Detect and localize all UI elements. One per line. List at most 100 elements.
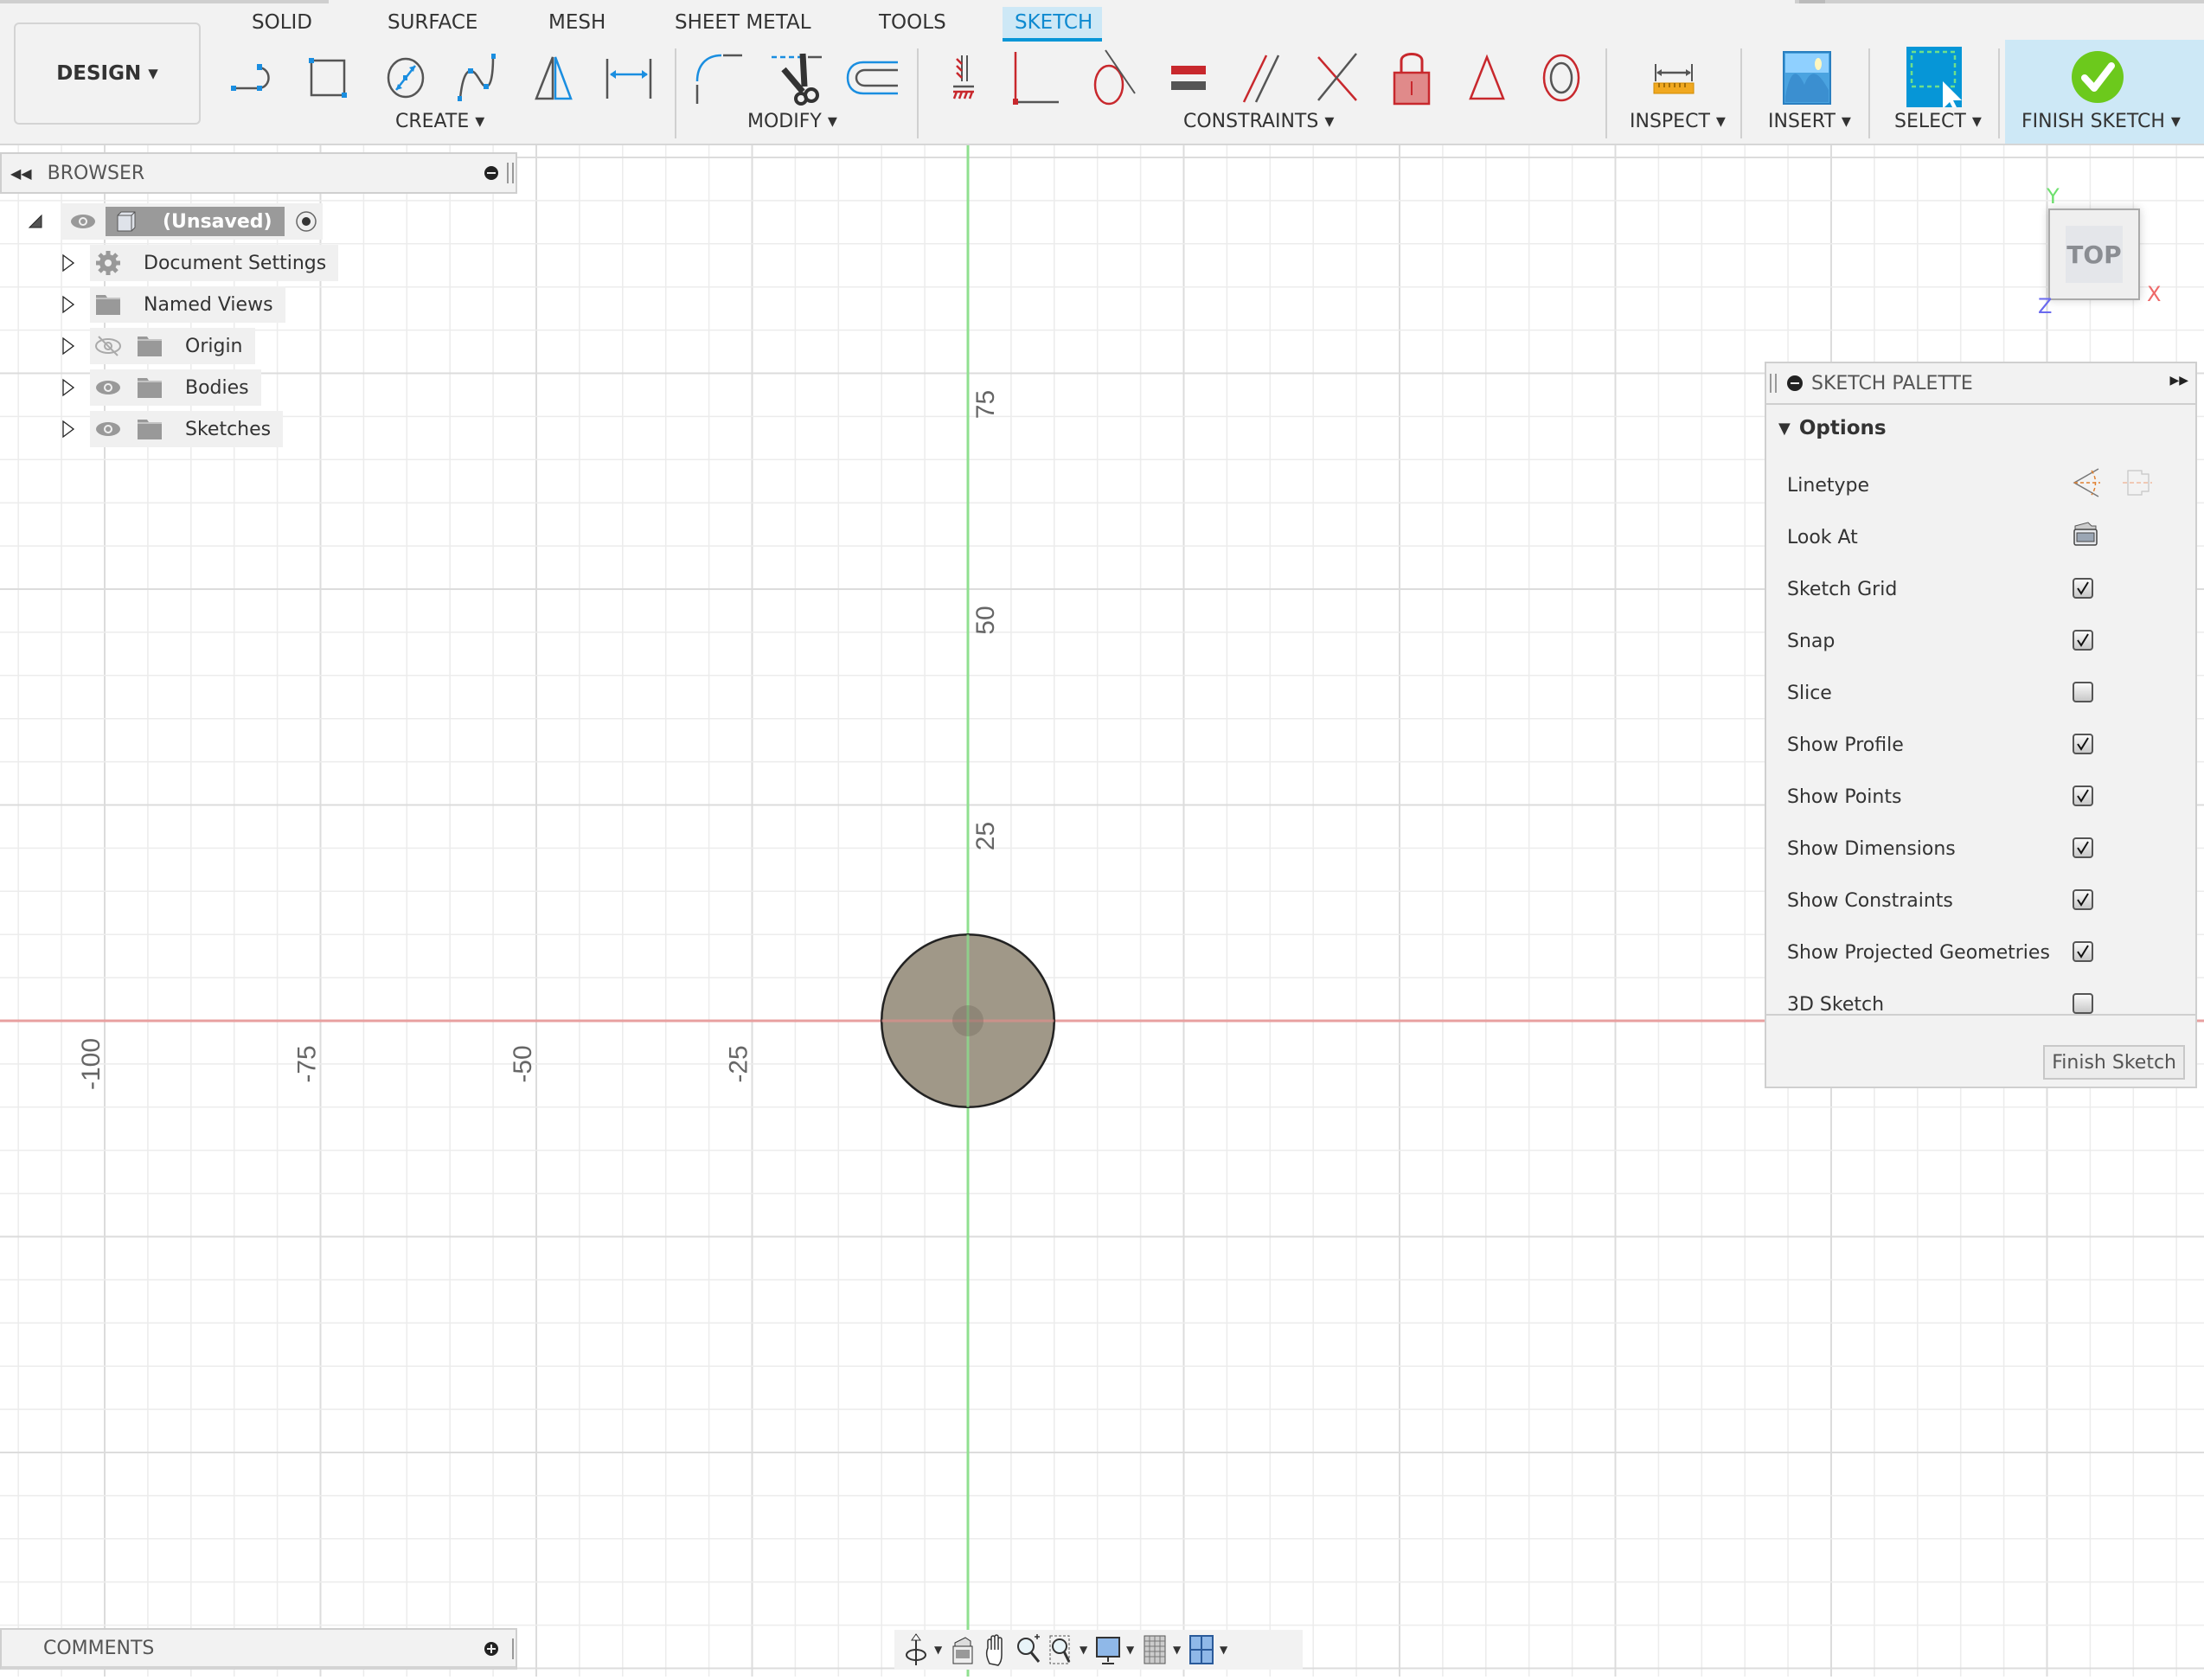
fix-constraint[interactable] bbox=[936, 47, 993, 107]
add-comment-icon[interactable] bbox=[484, 1642, 498, 1656]
expanded-triangle-icon[interactable] bbox=[26, 212, 45, 231]
inspect-menu[interactable]: INSPECT ▾ bbox=[1630, 111, 1726, 132]
pan-icon[interactable] bbox=[981, 1632, 1010, 1667]
circle-tool[interactable] bbox=[377, 47, 434, 107]
tab-sheet-metal[interactable]: SHEET METAL bbox=[663, 7, 823, 42]
options-section-toggle[interactable]: ▼ Options bbox=[1778, 417, 1887, 439]
centerline-linetype-button[interactable] bbox=[2123, 467, 2152, 503]
midpoint-constraint[interactable] bbox=[1458, 47, 1515, 107]
browser-item-bodies[interactable]: Bodies bbox=[61, 369, 261, 406]
browser-pin-icon[interactable] bbox=[484, 166, 498, 180]
browser-item-sketches[interactable]: Sketches bbox=[61, 411, 284, 447]
dimension-tool[interactable] bbox=[600, 47, 657, 107]
line-tool[interactable] bbox=[227, 47, 284, 107]
collapsed-triangle-icon[interactable] bbox=[61, 419, 76, 439]
show-profile-checkbox[interactable] bbox=[2073, 734, 2093, 754]
y-axis-tick-label: 50 bbox=[971, 606, 1000, 634]
grid-settings-icon[interactable] bbox=[1140, 1632, 1169, 1667]
browser-item-label: Named Views bbox=[144, 293, 273, 316]
browser-item-named-views[interactable]: Named Views bbox=[61, 286, 285, 323]
fit-icon[interactable] bbox=[1047, 1632, 1076, 1667]
measure-tool[interactable] bbox=[1645, 47, 1702, 107]
document-name[interactable]: (Unsaved) bbox=[163, 211, 272, 233]
palette-pin-icon[interactable] bbox=[1787, 375, 1803, 391]
coincident-constraint[interactable] bbox=[1010, 47, 1067, 107]
palette-drag-handle[interactable] bbox=[1770, 374, 1777, 393]
collapsed-triangle-icon[interactable] bbox=[61, 294, 76, 315]
palette-collapse-icon[interactable]: ▶▶ bbox=[2169, 374, 2188, 388]
tangent-constraint[interactable] bbox=[1085, 47, 1142, 107]
tab-mesh[interactable]: MESH bbox=[536, 7, 618, 42]
tab-solid[interactable]: SOLID bbox=[240, 7, 324, 42]
zoom-icon[interactable] bbox=[1014, 1632, 1043, 1667]
orbit-icon[interactable] bbox=[901, 1632, 931, 1667]
show-constraints-checkbox[interactable] bbox=[2073, 889, 2093, 910]
spline-tool[interactable] bbox=[452, 47, 509, 107]
browser-root[interactable]: (Unsaved) bbox=[26, 203, 323, 240]
sketch-grid-checkbox[interactable] bbox=[2073, 578, 2093, 599]
tab-tools[interactable]: TOOLS bbox=[867, 7, 958, 42]
concentric-icon bbox=[1542, 54, 1580, 102]
eye-hidden-icon[interactable] bbox=[93, 333, 123, 359]
perpendicular-icon bbox=[1317, 53, 1357, 101]
comments-resize-handle[interactable] bbox=[512, 1638, 514, 1659]
tab-surface[interactable]: SURFACE bbox=[375, 7, 490, 42]
perpendicular-constraint[interactable] bbox=[1310, 47, 1367, 107]
browser-item-origin[interactable]: Origin bbox=[61, 328, 255, 364]
tab-sketch[interactable]: SKETCH bbox=[1003, 7, 1102, 42]
look-at-button[interactable] bbox=[2073, 521, 2098, 552]
finish-sketch-button[interactable]: Finish Sketch bbox=[2043, 1045, 2185, 1080]
workspace-design-button[interactable]: DESIGN ▾ bbox=[14, 22, 201, 125]
grid-settings-dropdown[interactable]: ▼ bbox=[1173, 1644, 1183, 1656]
trim-tool[interactable] bbox=[768, 47, 825, 107]
snap-checkbox[interactable] bbox=[2073, 630, 2093, 651]
collapsed-triangle-icon[interactable] bbox=[61, 253, 76, 273]
show-projected-geometries-checkbox[interactable] bbox=[2073, 941, 2093, 962]
top-scrollbar-right[interactable] bbox=[1795, 0, 2204, 3]
orbit-dropdown[interactable]: ▼ bbox=[934, 1644, 945, 1656]
center-point[interactable] bbox=[952, 1005, 983, 1036]
collapsed-triangle-icon[interactable] bbox=[61, 336, 76, 356]
fillet-tool[interactable] bbox=[692, 47, 749, 107]
look-at-icon[interactable] bbox=[948, 1632, 977, 1667]
offset-tool[interactable] bbox=[843, 47, 900, 107]
display-settings-icon[interactable] bbox=[1093, 1632, 1123, 1667]
select-tool[interactable] bbox=[1905, 47, 1962, 107]
equal-constraint[interactable] bbox=[1161, 47, 1218, 107]
insert-menu[interactable]: INSERT ▾ bbox=[1768, 111, 1851, 132]
palette-row-look-at: Look At bbox=[1787, 516, 2176, 559]
show-points-checkbox[interactable] bbox=[2073, 785, 2093, 806]
lock-constraint[interactable] bbox=[1384, 47, 1441, 107]
create-menu[interactable]: CREATE ▾ bbox=[395, 111, 484, 132]
browser-item-document-settings[interactable]: Document Settings bbox=[61, 245, 339, 281]
concentric-constraint[interactable] bbox=[1533, 47, 1590, 107]
collapsed-triangle-icon[interactable] bbox=[61, 377, 76, 398]
show-dimensions-checkbox[interactable] bbox=[2073, 837, 2093, 858]
constraints-menu[interactable]: CONSTRAINTS ▾ bbox=[1183, 111, 1334, 132]
viewcube-box[interactable]: TOP bbox=[2048, 208, 2140, 300]
3d-sketch-checkbox[interactable] bbox=[2073, 993, 2093, 1014]
viewcube-top-face[interactable]: TOP bbox=[2066, 226, 2123, 283]
finish-sketch-tool[interactable] bbox=[2069, 47, 2126, 107]
viewports-dropdown[interactable]: ▼ bbox=[1220, 1644, 1230, 1656]
sketch-palette: SKETCH PALETTE ▶▶ ▼ Options Linetype Look… bbox=[1765, 362, 2197, 1088]
eye-icon[interactable] bbox=[66, 208, 100, 234]
select-menu[interactable]: SELECT ▾ bbox=[1894, 111, 1982, 132]
viewports-icon[interactable] bbox=[1187, 1632, 1216, 1667]
display-settings-dropdown[interactable]: ▼ bbox=[1126, 1644, 1137, 1656]
zoom-dropdown[interactable]: ▼ bbox=[1080, 1644, 1090, 1656]
modify-menu[interactable]: MODIFY ▾ bbox=[747, 111, 837, 132]
activate-radio-icon[interactable] bbox=[293, 208, 319, 234]
mirror-tool[interactable] bbox=[526, 47, 583, 107]
slice-checkbox[interactable] bbox=[2073, 682, 2093, 702]
finish-sketch-menu[interactable]: FINISH SKETCH ▾ bbox=[2021, 111, 2181, 132]
parallel-constraint[interactable] bbox=[1235, 47, 1292, 107]
collapse-browser-icon[interactable]: ◀◀ bbox=[10, 165, 32, 182]
palette-row-label: Show Points bbox=[1787, 785, 1902, 808]
eye-icon[interactable] bbox=[93, 416, 123, 442]
construction-linetype-button[interactable] bbox=[2073, 467, 2102, 503]
insert-image-tool[interactable] bbox=[1778, 47, 1836, 107]
eye-icon[interactable] bbox=[93, 375, 123, 401]
browser-resize-handle[interactable] bbox=[507, 163, 514, 183]
rectangle-tool[interactable] bbox=[303, 47, 360, 107]
